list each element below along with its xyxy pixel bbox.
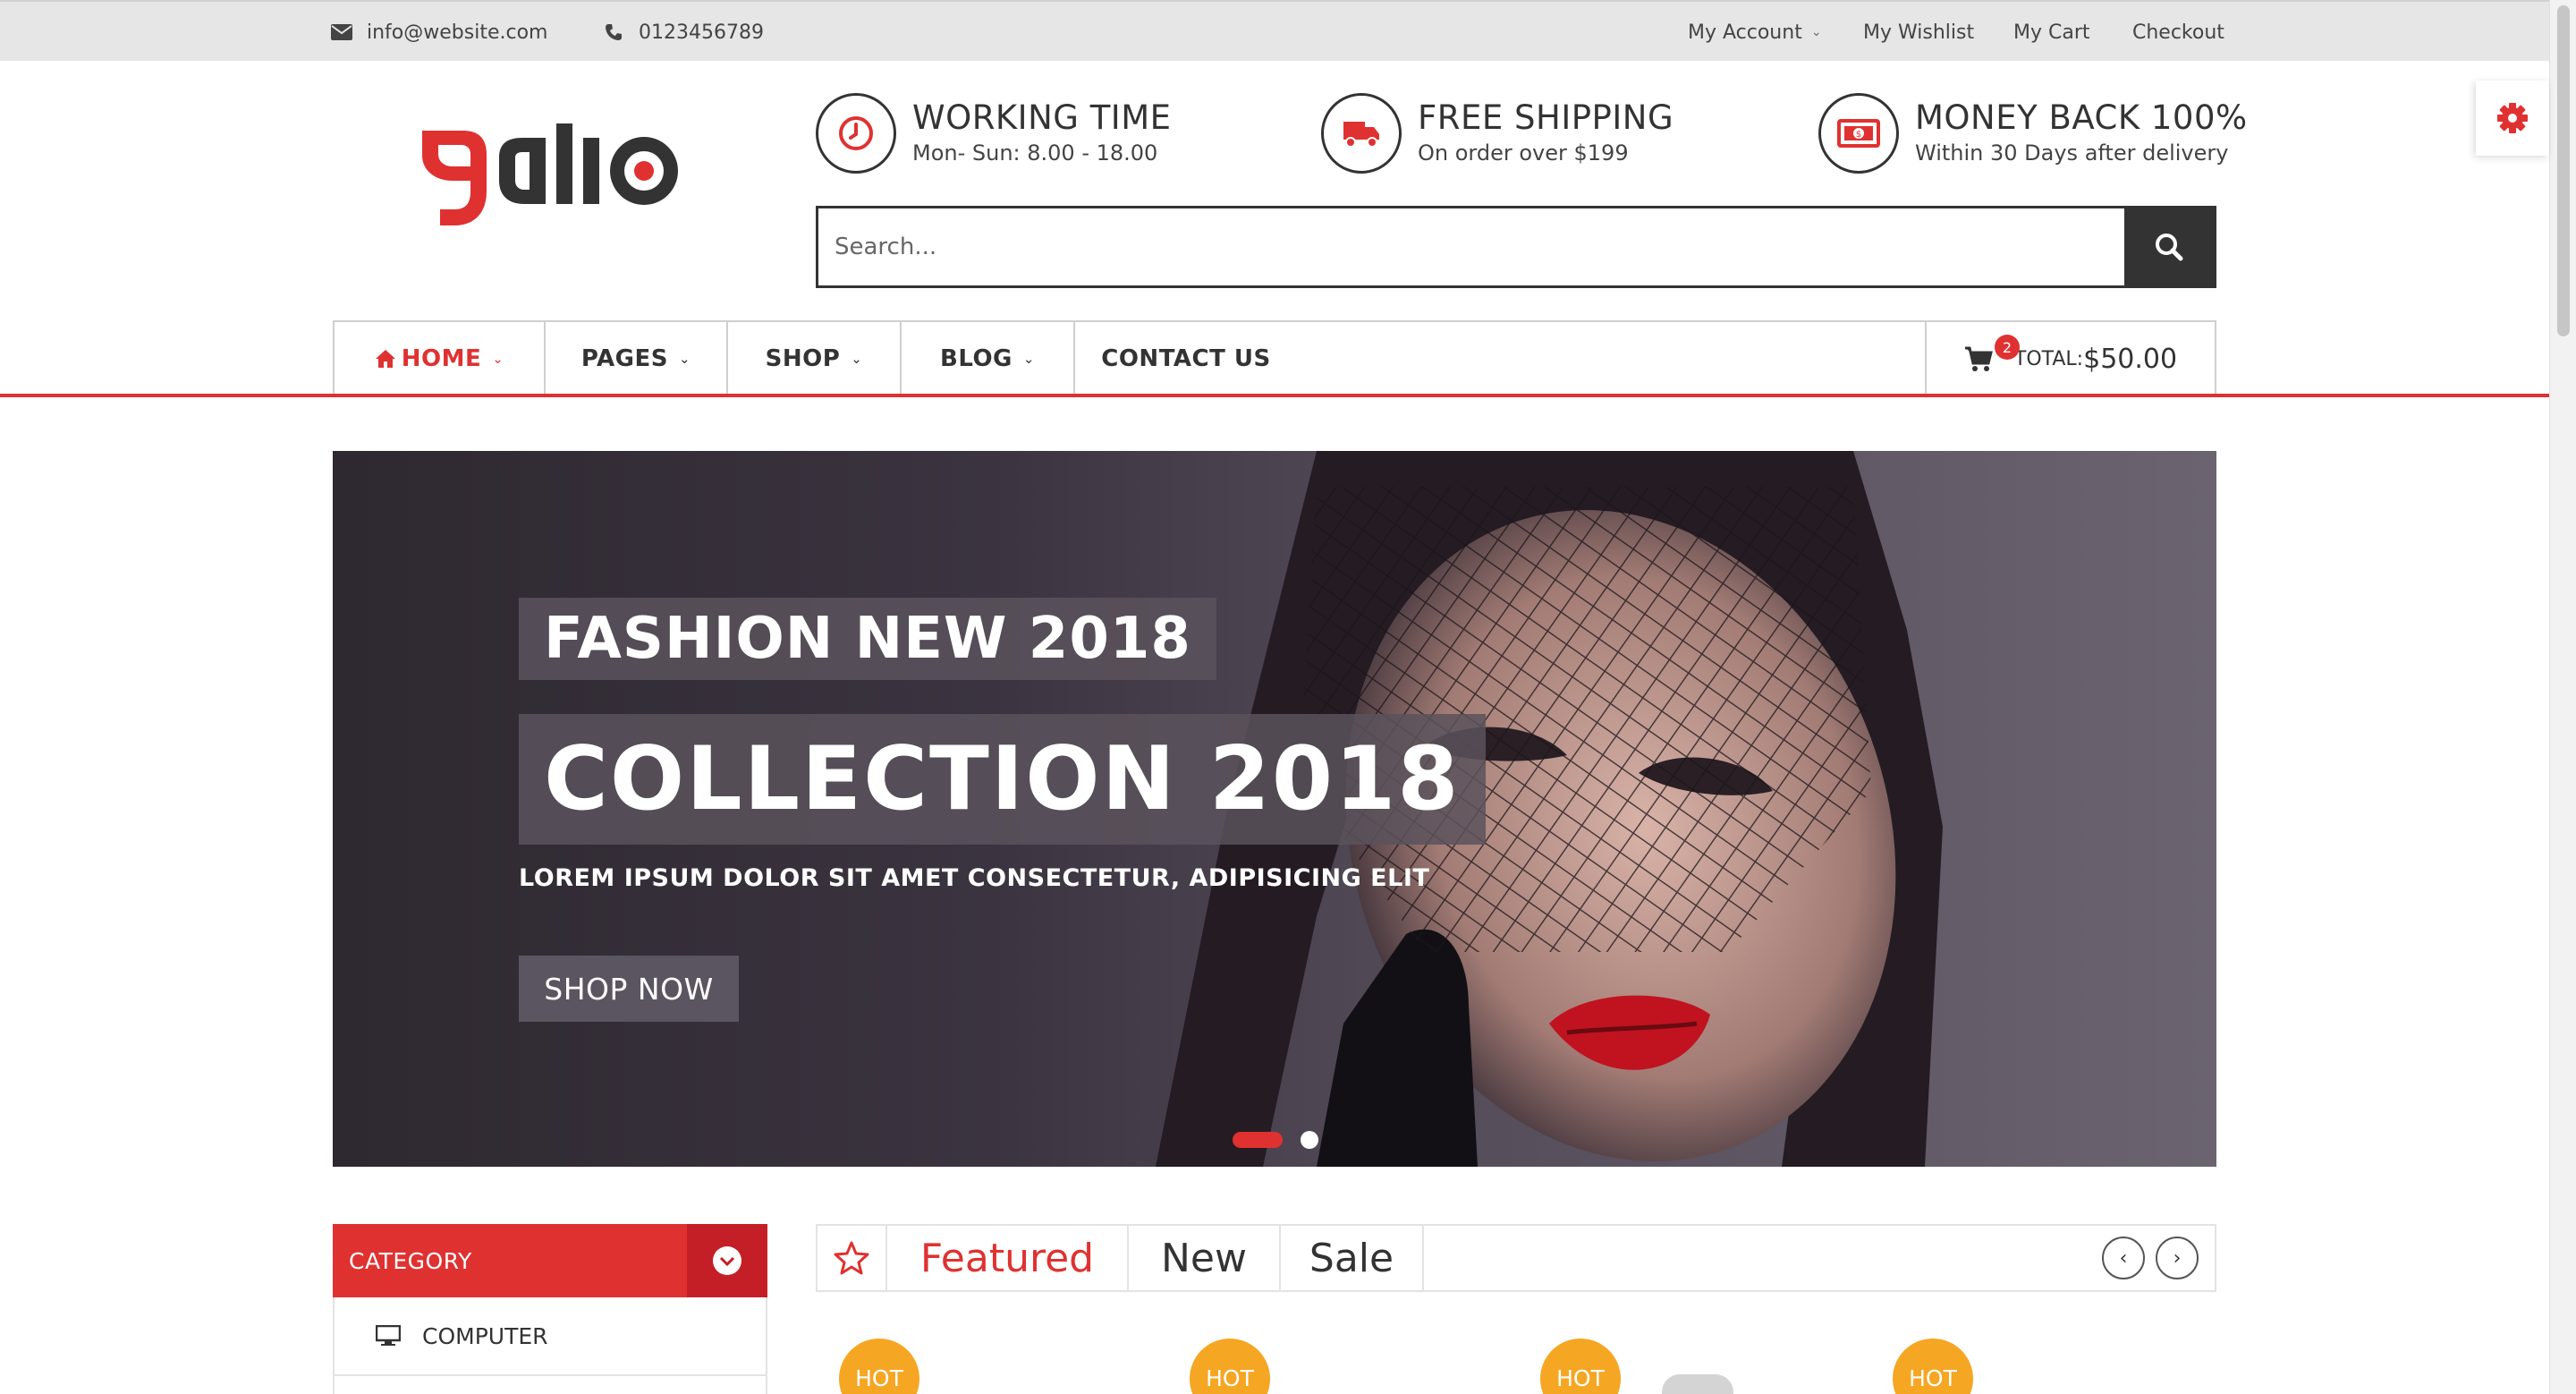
feature-title: MONEY BACK 100% xyxy=(1915,98,2248,137)
feature-working-time: WORKING TIME Mon- Sun: 8.00 - 18.00 xyxy=(816,93,1172,174)
feature-subtitle: Mon- Sun: 8.00 - 18.00 xyxy=(912,140,1158,166)
category-list-continuation xyxy=(333,1376,767,1394)
nav-divider xyxy=(0,394,2549,397)
feature-money-back: $ MONEY BACK 100% Within 30 Days after d… xyxy=(1818,93,2248,174)
chevron-down-icon: ⌄ xyxy=(1810,25,1822,39)
tab-new[interactable]: New xyxy=(1129,1226,1281,1290)
star-icon xyxy=(818,1226,887,1290)
search-bar xyxy=(816,206,2216,288)
shop-now-button[interactable]: SHOP NOW xyxy=(519,956,739,1022)
hero-tagline: LOREM IPSUM DOLOR SIT AMET CONSECTETUR, … xyxy=(519,864,1430,892)
chevron-down-icon: ⌄ xyxy=(679,351,691,367)
cart-icon xyxy=(1964,346,1993,371)
truck-icon xyxy=(1321,93,1402,174)
my-wishlist-label: My Wishlist xyxy=(1863,21,1975,44)
slider-dot[interactable] xyxy=(1301,1131,1318,1149)
chevron-down-icon: ⌄ xyxy=(851,351,863,367)
tab-featured[interactable]: Featured xyxy=(887,1226,1129,1290)
feature-title: FREE SHIPPING xyxy=(1418,98,1674,137)
category-toggle[interactable] xyxy=(687,1224,767,1297)
carousel-next-button[interactable]: › xyxy=(2156,1237,2199,1279)
chevron-right-icon: › xyxy=(2173,1246,2182,1270)
carousel-arrows: ‹ › xyxy=(2091,1237,2215,1279)
scrollbar-thumb[interactable] xyxy=(2557,5,2570,336)
search-icon xyxy=(2156,234,2183,261)
product-thumbnail[interactable] xyxy=(1662,1374,1733,1394)
nav-shop-label: SHOP xyxy=(765,345,841,372)
checkout-label: Checkout xyxy=(2132,21,2224,44)
nav-spacer xyxy=(1297,322,1927,395)
site-logo[interactable] xyxy=(413,122,691,238)
home-icon xyxy=(375,350,395,368)
product-tabs: Featured New Sale ‹ › xyxy=(816,1224,2216,1292)
my-cart-link[interactable]: My Cart xyxy=(2013,2,2090,63)
phone-icon xyxy=(603,23,624,41)
nav-home-label: HOME xyxy=(401,345,482,372)
nav-blog-label: BLOG xyxy=(940,345,1013,372)
search-button[interactable] xyxy=(2124,208,2214,285)
nav-contact[interactable]: CONTACT US xyxy=(1075,322,1297,395)
nav-shop[interactable]: SHOP ⌄ xyxy=(728,322,902,395)
hot-badge: HOT xyxy=(1893,1339,1973,1394)
my-account-label: My Account xyxy=(1688,21,1802,44)
slider-pagination xyxy=(1233,1131,1318,1149)
chevron-down-icon: ⌄ xyxy=(492,351,504,367)
chevron-down-icon: ⌄ xyxy=(1022,351,1035,367)
contact-email[interactable]: info@website.com xyxy=(331,2,547,63)
hero-slider[interactable]: FASHION NEW 2018 COLLECTION 2018 LOREM I… xyxy=(333,451,2216,1167)
galio-logo xyxy=(422,123,678,225)
top-bar: info@website.com 0123456789 My Account ⌄… xyxy=(0,0,2549,61)
nav-pages[interactable]: PAGES ⌄ xyxy=(546,322,728,395)
money-icon: $ xyxy=(1818,93,1899,174)
checkout-link[interactable]: Checkout xyxy=(2132,2,2224,63)
hero-heading-small: FASHION NEW 2018 xyxy=(519,598,1216,680)
settings-toggle[interactable] xyxy=(2476,81,2549,156)
clock-icon xyxy=(816,93,896,174)
search-input[interactable] xyxy=(818,208,2124,285)
slider-dot-active[interactable] xyxy=(1233,1132,1283,1148)
hot-badge: HOT xyxy=(1190,1339,1270,1394)
feature-subtitle: On order over $199 xyxy=(1418,140,1629,166)
category-header[interactable]: CATEGORY xyxy=(333,1224,767,1297)
carousel-prev-button[interactable]: ‹ xyxy=(2102,1237,2145,1279)
envelope-icon xyxy=(331,23,352,41)
feature-title: WORKING TIME xyxy=(912,98,1172,137)
hero-heading-large: COLLECTION 2018 xyxy=(519,714,1486,845)
email-text: info@website.com xyxy=(367,21,548,44)
tab-sale[interactable]: Sale xyxy=(1281,1226,1424,1290)
hot-badge: HOT xyxy=(839,1339,919,1394)
cart-count-badge: 2 xyxy=(1995,335,2020,360)
cart-summary[interactable]: 2 TOTAL: $50.00 xyxy=(1927,322,2215,395)
page-scrollbar[interactable] xyxy=(2549,0,2576,1394)
cart-total-value: $50.00 xyxy=(2083,343,2178,375)
nav-pages-label: PAGES xyxy=(580,345,669,372)
nav-home[interactable]: HOME ⌄ xyxy=(335,322,546,395)
feature-free-shipping: FREE SHIPPING On order over $199 xyxy=(1321,93,1674,174)
my-wishlist-link[interactable]: My Wishlist xyxy=(1863,2,1974,63)
chevron-down-circle-icon xyxy=(713,1246,741,1275)
monitor-icon xyxy=(376,1325,401,1347)
nav-blog[interactable]: BLOG ⌄ xyxy=(902,322,1075,395)
phone-text: 0123456789 xyxy=(639,21,764,44)
category-item-computer[interactable]: COMPUTER xyxy=(333,1297,767,1376)
hot-badge: HOT xyxy=(1540,1339,1621,1394)
main-nav: HOME ⌄ PAGES ⌄ SHOP ⌄ BLOG ⌄ CONTACT US … xyxy=(333,320,2216,395)
category-title: CATEGORY xyxy=(349,1247,472,1274)
category-item-label: COMPUTER xyxy=(422,1322,548,1349)
gear-icon xyxy=(2497,103,2528,133)
cart-total-label: TOTAL: xyxy=(2013,347,2084,370)
my-cart-label: My Cart xyxy=(2013,21,2090,44)
svg-text:$: $ xyxy=(1856,130,1861,140)
chevron-left-icon: ‹ xyxy=(2119,1246,2128,1270)
nav-contact-label: CONTACT US xyxy=(1101,345,1271,372)
my-account-link[interactable]: My Account ⌄ xyxy=(1688,2,1822,63)
feature-subtitle: Within 30 Days after delivery xyxy=(1915,140,2229,166)
contact-phone[interactable]: 0123456789 xyxy=(603,2,764,63)
